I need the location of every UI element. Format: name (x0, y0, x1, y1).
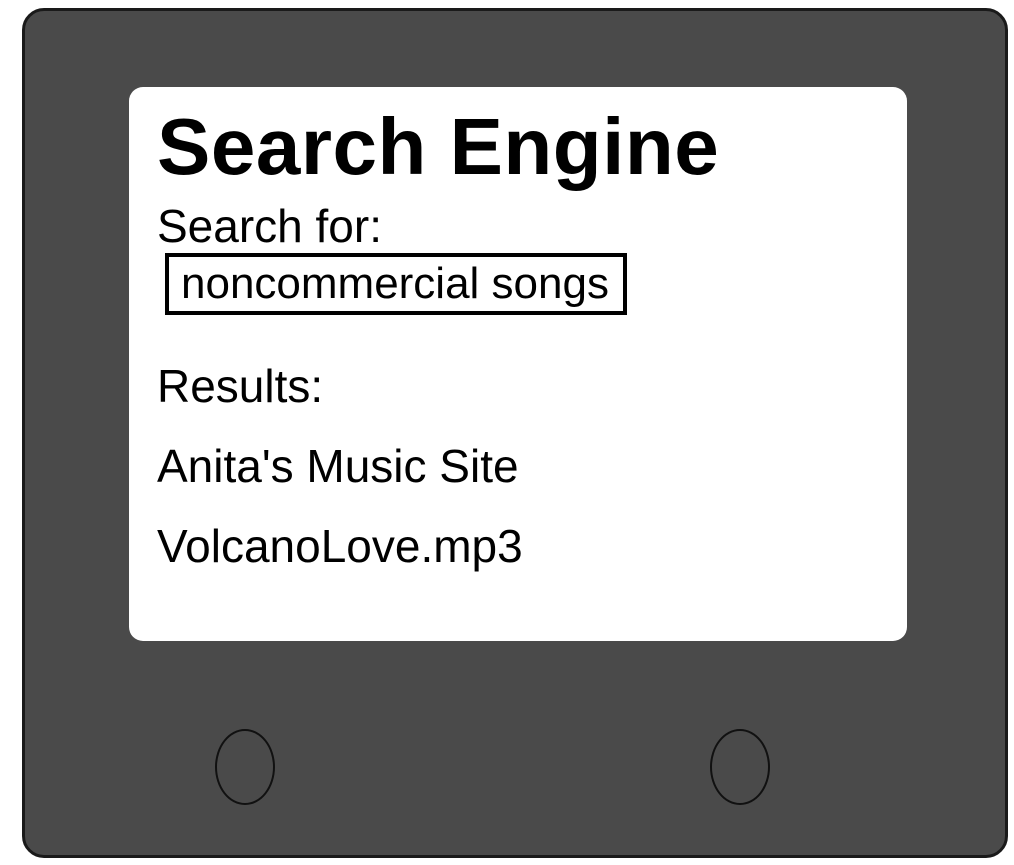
device-frame: Search Engine Search for: noncommercial … (22, 8, 1008, 858)
page-title: Search Engine (157, 102, 720, 191)
results-label: Results: (157, 360, 324, 412)
search-label: Search for: (157, 200, 382, 252)
search-input[interactable]: noncommercial songs (165, 253, 627, 315)
left-hardware-button[interactable] (215, 729, 275, 805)
right-hardware-button[interactable] (710, 729, 770, 805)
result-link-volcanolove-mp3[interactable]: VolcanoLove.mp3 (157, 523, 907, 569)
result-link-anitas-music-site[interactable]: Anita's Music Site (157, 443, 907, 489)
device-screen: Search Engine Search for: noncommercial … (129, 87, 907, 641)
